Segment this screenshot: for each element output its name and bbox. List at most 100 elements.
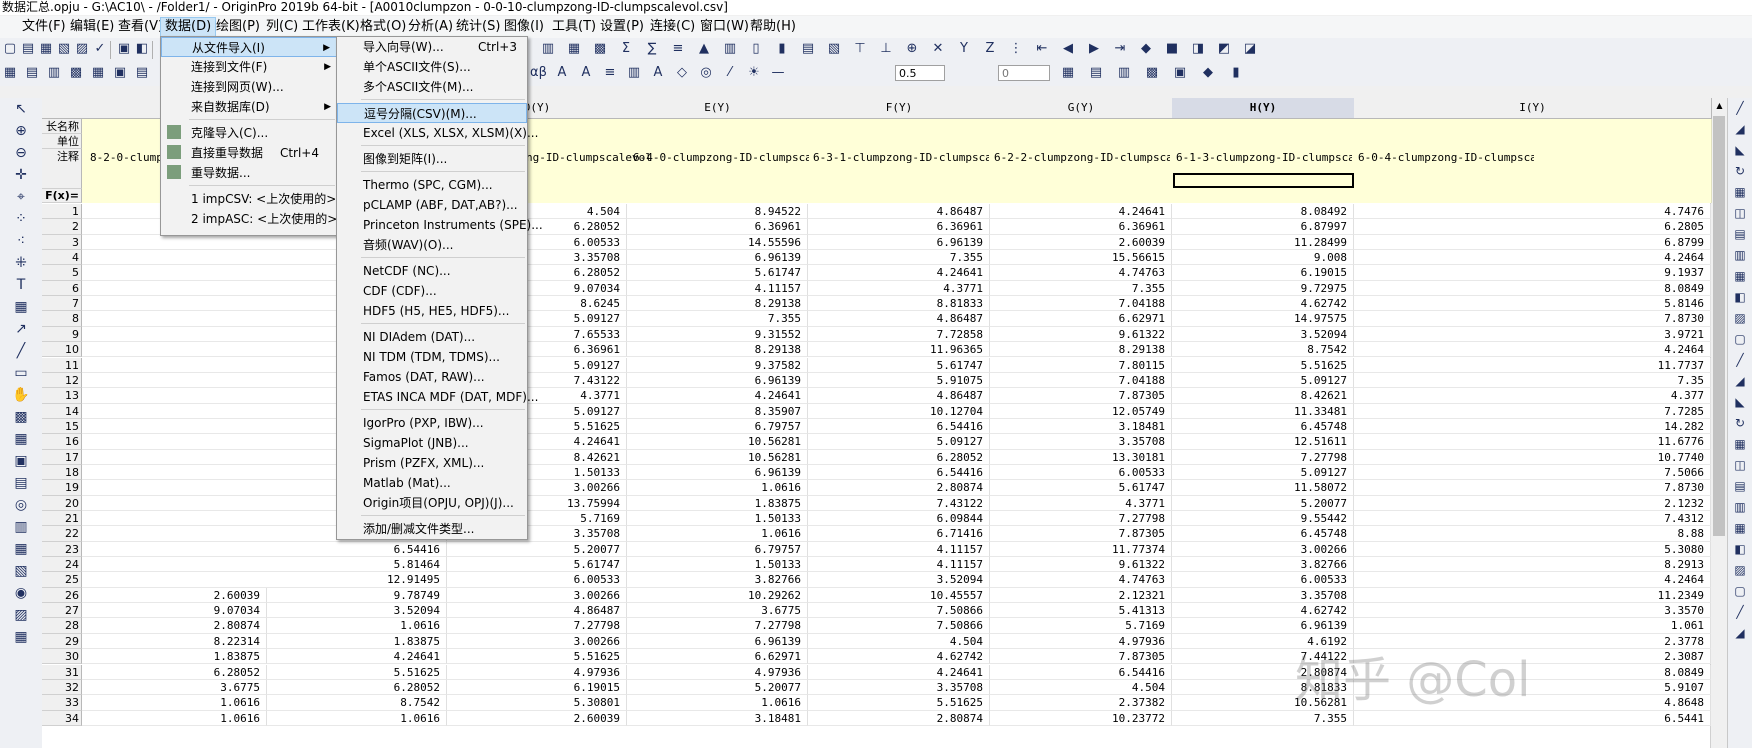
table-cell[interactable]: 8.08492 [1172,204,1354,220]
menu-item[interactable]: 文件(F) [18,18,70,36]
row-number[interactable]: 19 [42,480,82,496]
table-cell[interactable]: 2.80874 [808,710,990,726]
top-icon[interactable]: ⊤ [852,41,868,57]
screen-icon[interactable]: ▦ [12,298,30,316]
table-cell[interactable]: 6.96139 [627,372,808,389]
pie-icon[interactable]: ▧ [826,41,842,57]
table-cell[interactable]: 1.83875 [267,633,447,650]
table-cell[interactable]: 7.7285 [1354,403,1711,419]
table-cell[interactable]: 3.00266 [447,633,627,650]
table-cell[interactable]: 7.8730 [1354,311,1711,327]
import-menu-item[interactable]: Prism (PZFX, XML)... [337,453,527,473]
stat-icon[interactable]: ▲ [696,41,712,57]
vertical-scrollbar[interactable]: ▲ [1710,98,1728,748]
table-cell[interactable]: 5.20077 [447,541,627,558]
new-icon[interactable]: ▢ [2,41,18,57]
menu-item[interactable]: 绘图(P) [212,18,264,36]
import-menu-item[interactable]: Thermo (SPC, CGM)... [337,175,527,195]
row-number[interactable]: 10 [42,342,82,358]
side-tool-icon[interactable]: ◣ [1732,394,1748,410]
menu-item[interactable]: 统计(S) [452,18,504,36]
row-number[interactable]: 26 [42,587,82,604]
graph-icon[interactable]: ▩ [592,41,608,57]
table-cell[interactable]: 4.97936 [447,664,627,680]
table-cell[interactable]: 6.96139 [627,633,808,650]
table-cell[interactable]: 5.20077 [1172,495,1354,511]
table-cell[interactable]: 7.355 [990,280,1172,297]
import-menu-item[interactable]: 单个ASCII文件(S)... [337,57,527,77]
value-input[interactable]: 0 [998,65,1050,81]
table-cell[interactable]: 2.60039 [990,234,1172,251]
data-menu-item[interactable]: 重导数据... [161,163,337,183]
matrix-icon[interactable]: ▣ [12,452,30,470]
table-cell[interactable]: 7.27798 [1172,449,1354,465]
import-menu-item[interactable]: Princeton Instruments (SPE)... [337,215,543,235]
table-cell[interactable]: 3.00266 [1172,541,1354,558]
mask-icon[interactable]: ⁖ [12,232,30,250]
arrow-icon[interactable]: ↗ [12,320,30,338]
side-tool-icon[interactable]: ▨ [1732,562,1748,578]
table-cell[interactable]: 5.51625 [1172,357,1354,373]
table-cell[interactable]: 6.54416 [808,418,990,435]
matrix-icon[interactable]: ▥ [540,41,556,57]
table-cell[interactable]: 6.96139 [808,234,990,251]
table-cell[interactable]: 6.45748 [1172,526,1354,542]
table-cell[interactable]: 3.18481 [627,710,808,726]
table-cell[interactable]: 3.35708 [1172,587,1354,604]
table-cell[interactable]: 4.24641 [808,265,990,281]
table-cell[interactable]: 10.29262 [627,587,808,604]
row-number[interactable]: 21 [42,511,82,527]
table-cell[interactable]: 2.37382 [990,695,1172,711]
table-cell[interactable]: 4.7476 [1354,204,1711,220]
table-cell[interactable]: 2.80874 [82,618,267,634]
table-cell[interactable]: 6.71416 [808,526,990,542]
report-icon[interactable]: ▣ [116,41,132,57]
table-cell[interactable]: 8.29138 [990,342,1172,358]
scroll-up-icon[interactable]: ▲ [1711,98,1728,114]
table-cell[interactable]: 5.3080 [1354,541,1711,558]
table-cell[interactable]: 4.86487 [808,204,990,220]
table-cell[interactable]: 8.42621 [1172,388,1354,404]
text-icon[interactable]: T [12,276,30,294]
row-number[interactable]: 23 [42,541,82,558]
row-number[interactable]: 7 [42,296,82,312]
table-cell[interactable]: 6.54416 [990,664,1172,680]
table-cell[interactable]: 9.61322 [990,557,1172,573]
bar-icon[interactable]: ▮ [774,41,790,57]
side-tool-icon[interactable]: ◢ [1732,373,1748,389]
table-cell[interactable]: 6.96139 [627,464,808,481]
row-number[interactable]: 2 [42,219,82,235]
table-cell[interactable]: 6.79757 [627,541,808,558]
layout-icon[interactable]: ◧ [134,41,150,57]
table-cell[interactable]: 4.97936 [627,664,808,680]
line-width-input[interactable]: 0.5 [895,65,945,81]
chart-icon[interactable]: ▨ [74,41,90,57]
scatter-icon[interactable]: ⁘ [12,210,30,228]
row-icon[interactable]: ▥ [46,65,62,81]
table-cell[interactable]: 6.96139 [1172,618,1354,634]
line-icon[interactable]: ╱ [12,342,30,360]
greek-icon[interactable]: αβ [530,65,547,81]
table-cell[interactable]: 9.55442 [1172,511,1354,527]
sum-icon[interactable]: Σ [618,41,634,57]
list-icon[interactable]: ▧ [12,562,30,580]
row-number[interactable]: 5 [42,265,82,281]
table-cell[interactable]: 7.27798 [447,618,627,634]
y-axis-icon[interactable]: Y [956,41,972,57]
table-icon[interactable]: ▦ [12,430,30,448]
side-tool-icon[interactable]: ▤ [1732,478,1748,494]
table-cell[interactable]: 1.83875 [627,495,808,511]
row-number[interactable]: 1 [42,204,82,220]
import-menu-item[interactable]: ETAS INCA MDF (DAT, MDF)... [337,387,538,407]
image-icon[interactable]: ▩ [12,408,30,426]
table-cell[interactable]: 11.2349 [1354,587,1711,604]
table-cell[interactable]: 5.61747 [447,557,627,573]
row-number[interactable]: 18 [42,464,82,481]
table-cell[interactable]: 4.2464 [1354,342,1711,358]
row-number[interactable]: 11 [42,357,82,373]
table-cell[interactable]: 4.2464 [1354,572,1711,588]
table-cell[interactable]: 1.0616 [627,526,808,542]
table-cell[interactable]: 9.37582 [627,357,808,373]
import-menu-item[interactable]: CDF (CDF)... [337,281,527,301]
list-icon[interactable]: ≡ [670,41,686,57]
